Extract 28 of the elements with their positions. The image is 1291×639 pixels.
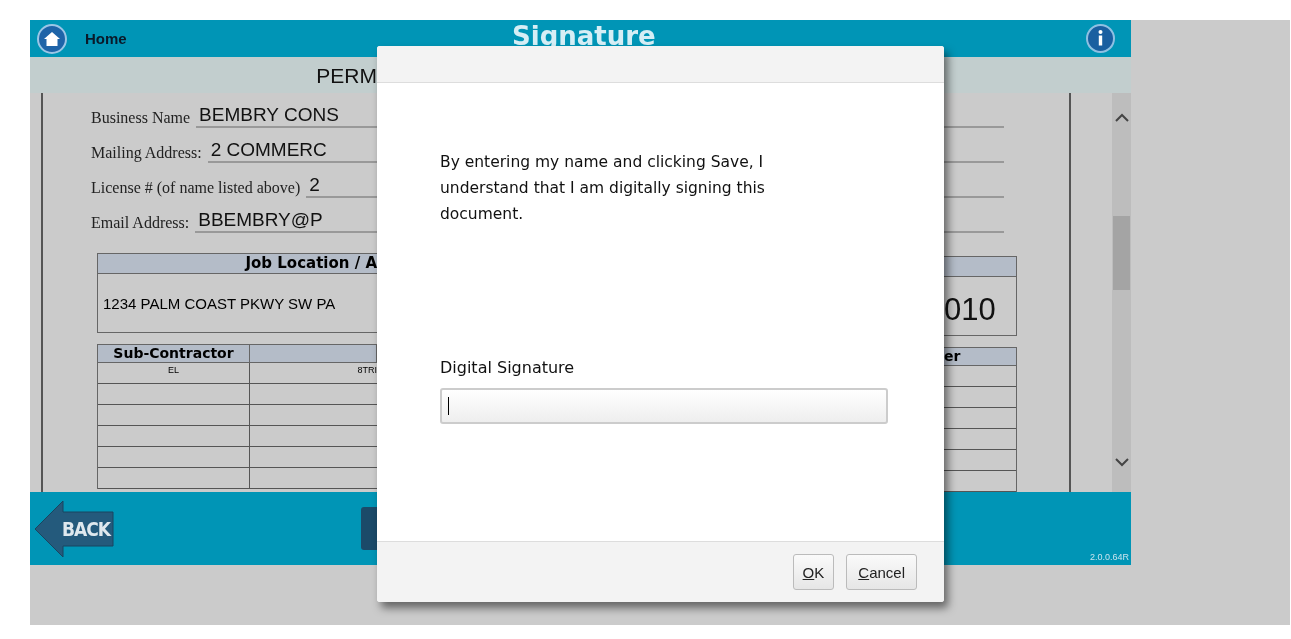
column-header: er: [944, 348, 1016, 366]
field-label: Email Address:: [91, 214, 190, 233]
dialog-message: By entering my name and clicking Save, I understand that I am digitally signing this document.: [440, 152, 766, 225]
back-button[interactable]: BACK: [35, 499, 115, 558]
job-number: 010: [944, 291, 997, 327]
scroll-down-icon[interactable]: [1115, 458, 1129, 467]
signature-input-field[interactable]: [440, 388, 888, 424]
home-icon: [37, 23, 67, 54]
table-cell: EL: [98, 363, 250, 383]
page-title: Signature: [512, 21, 656, 51]
job-address: 1234 PALM COAST PKWY SW PA: [102, 294, 337, 312]
field-label: Mailing Address:: [91, 144, 202, 163]
cancel-button[interactable]: Cancel: [846, 554, 917, 590]
table-cell-text: 8TRI: [356, 364, 377, 377]
home-button[interactable]: Home: [37, 23, 127, 54]
field-label: Business Name: [91, 109, 191, 128]
dark-button[interactable]: [361, 507, 377, 550]
table-header: Job Location / A: [98, 254, 377, 274]
ok-button[interactable]: OK: [792, 554, 835, 590]
document-heading: PERM: [316, 64, 377, 88]
info-icon[interactable]: [1086, 24, 1115, 53]
field-label: Digital Signature: [440, 358, 576, 377]
scroll-thumb[interactable]: [1113, 216, 1130, 290]
scroll-up-icon[interactable]: [1114, 113, 1129, 122]
version-label: 2.0.0.64R: [1089, 552, 1129, 562]
scrollbar[interactable]: [1112, 93, 1131, 492]
column-header: Sub-Contractor: [98, 345, 250, 362]
field-label: License # (of name listed above): [91, 179, 301, 198]
